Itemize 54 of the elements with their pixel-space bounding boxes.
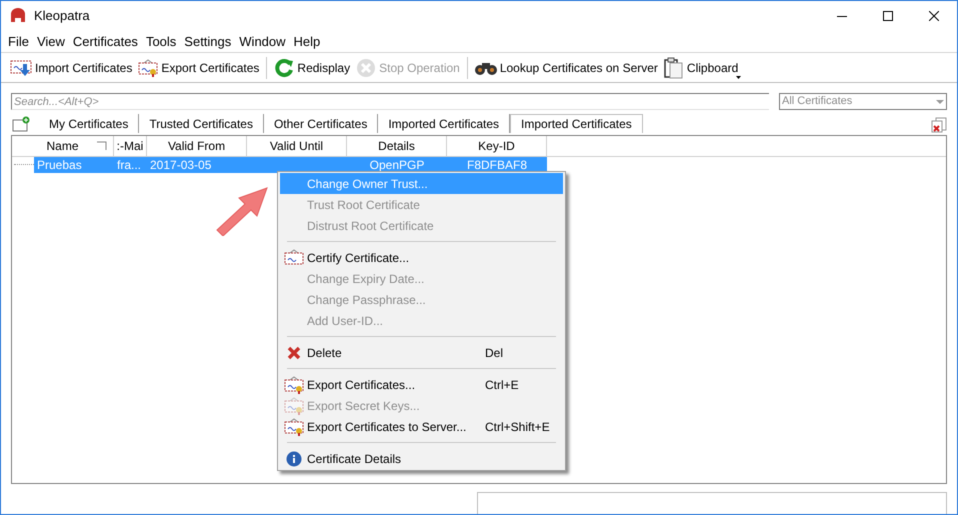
context-menu-item[interactable]: Certificate Details [280, 448, 563, 469]
toolbar-button[interactable]: Export Certificates [135, 54, 262, 80]
close-tab-icon [931, 117, 947, 133]
table-cell-text: Pruebas [36, 157, 83, 174]
context-menu-item[interactable]: Certify Certificate... [280, 247, 563, 268]
toolbar-button[interactable]: Redisplay [271, 54, 354, 80]
table-cell-text: fra... [116, 157, 142, 174]
menu-item[interactable]: File [4, 32, 33, 52]
tab[interactable]: Imported Certificates [510, 114, 643, 133]
tab[interactable]: My Certificates [39, 114, 140, 133]
sort-indicator-icon [97, 141, 107, 151]
column-header[interactable]: Valid Until [247, 136, 347, 156]
toolbar-button[interactable]: Lookup Certificates on Server [472, 54, 661, 80]
certificate-icon [284, 248, 304, 266]
close-icon [929, 11, 939, 21]
dropdown-caret-icon [736, 76, 742, 78]
stop-icon [356, 58, 376, 78]
tab[interactable]: Trusted Certificates [139, 114, 264, 133]
menu-item[interactable]: View [32, 32, 69, 52]
toolbar-button[interactable]: Clipboard [660, 54, 742, 80]
export-certificate-icon [284, 396, 304, 414]
table-cell-text: F8DFBAF8 [466, 157, 528, 174]
table-cell-text: OpenPGP [368, 157, 426, 174]
clipboard-icon [664, 56, 684, 78]
export-certificate-icon [284, 376, 304, 394]
menu-item[interactable]: Certificates [68, 32, 142, 52]
menu-item[interactable]: Help [290, 32, 324, 52]
context-menu-item[interactable]: Export Certificates to Server... Ctrl+Shift+E [280, 416, 563, 437]
new-tab-icon [12, 116, 30, 132]
dropdown-caret-icon [936, 100, 944, 104]
maximize-icon [883, 11, 893, 21]
delete-icon [287, 346, 301, 360]
new-tab-button[interactable] [11, 115, 31, 133]
menu-item[interactable]: Settings [180, 32, 236, 52]
toolbar-button[interactable]: Import Certificates [7, 54, 136, 80]
menu-item[interactable]: Window [235, 32, 290, 52]
column-header[interactable]: Details [347, 136, 447, 156]
window-title: Kleopatra [34, 7, 90, 26]
table-cell-text: 2017-03-05 [149, 157, 212, 174]
app-logo-icon [10, 8, 26, 24]
refresh-icon [274, 58, 294, 78]
column-header[interactable]: Key-ID [447, 136, 547, 156]
column-header[interactable]: Valid From [147, 136, 247, 156]
import-certificate-icon [10, 58, 32, 78]
column-header[interactable]: :-Mai [114, 136, 147, 156]
search-field[interactable]: Search...<Alt+Q> [11, 93, 769, 110]
export-certificate-icon [284, 418, 304, 436]
column-header[interactable]: Name [12, 136, 114, 156]
info-icon [286, 450, 302, 466]
context-menu-item[interactable]: Export Certificates... Ctrl+E [280, 374, 563, 395]
context-menu-item[interactable]: Delete Del [280, 342, 563, 363]
tab[interactable]: Other Certificates [264, 114, 378, 133]
export-certificate-icon [138, 58, 158, 76]
menu-item[interactable]: Tools [142, 32, 180, 52]
